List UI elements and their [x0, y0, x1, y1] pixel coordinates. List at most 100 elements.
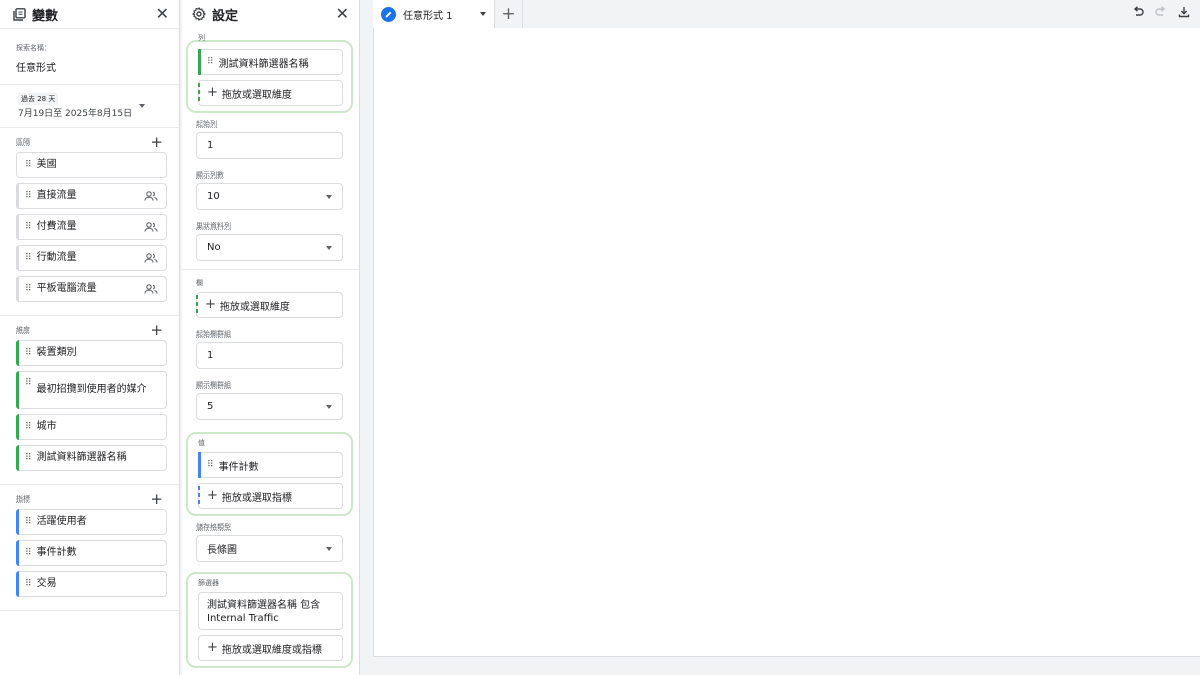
dimension-chip[interactable]: ⠿ 最初招攬到使用者的媒介 [16, 371, 167, 409]
chevron-down-icon [326, 245, 332, 250]
drag-handle-icon[interactable]: ⠿ [25, 284, 32, 294]
drag-handle-icon[interactable]: ⠿ [25, 422, 32, 432]
segment-label: 平板電腦流量 [36, 283, 97, 294]
drag-handle-icon[interactable]: ⠿ [25, 548, 32, 558]
chevron-down-icon [326, 194, 332, 199]
settings-panel: 設定 ✕ 列 ⠿ 測試資料篩選器名稱 + 拖放或選取維度 起始列 1 顯示列數 … [182, 0, 360, 675]
tab-freeform-1[interactable]: 任意形式 1 [373, 0, 495, 28]
segment-label: 行動流量 [36, 252, 77, 263]
redo-icon[interactable] [1154, 5, 1167, 18]
nested-rows-label: 巢狀資料列 [196, 222, 231, 230]
filters-drop-zone: 篩選器 測試資料篩選器名稱 包含 Internal Traffic + 拖放或選… [186, 572, 353, 668]
cell-type-select[interactable]: 長條圖 [196, 535, 343, 562]
start-col-input[interactable]: 1 [196, 342, 343, 369]
start-row-input[interactable]: 1 [196, 132, 343, 159]
nested-rows-select[interactable]: No [196, 234, 343, 261]
show-rows-field: 顯示列數 10 [196, 170, 343, 210]
close-settings-icon[interactable]: ✕ [336, 6, 349, 22]
plus-icon: + [205, 297, 216, 312]
show-col-label: 顯示欄群組 [196, 381, 231, 389]
values-drop-zone: 值 ⠿ 事件計數 + 拖放或選取指標 [186, 432, 353, 516]
variables-icon [12, 7, 26, 21]
settings-title: 設定 [212, 8, 239, 24]
date-range-value: 7月19日至 2025年8月15日 [18, 109, 133, 119]
start-col-label: 起始欄群組 [196, 330, 231, 338]
undo-icon[interactable] [1131, 5, 1144, 18]
values-drop-target[interactable]: + 拖放或選取指標 [198, 483, 343, 509]
metric-label: 事件計數 [36, 547, 77, 558]
gear-icon [192, 7, 206, 21]
date-preset-chip: 過去 28 天 [18, 93, 59, 105]
segment-chip[interactable]: ⠿ 付費流量 [16, 214, 167, 240]
filters-drop-target[interactable]: + 拖放或選取維度或指標 [198, 635, 343, 661]
cell-type-field: 儲存格類型 長條圖 [196, 522, 343, 562]
value-metric-chip[interactable]: ⠿ 事件計數 [198, 452, 343, 478]
rows-label: 列 [198, 34, 205, 42]
drag-handle-icon[interactable]: ⠿ [25, 348, 32, 358]
explore-name-input[interactable]: 任意形式 [16, 59, 167, 74]
add-segment-icon[interactable]: + [150, 135, 163, 150]
columns-drop-target[interactable]: + 拖放或選取維度 [196, 292, 343, 318]
close-variables-icon[interactable]: ✕ [156, 6, 169, 22]
drag-handle-icon[interactable]: ⠿ [25, 253, 32, 263]
columns-drop-label: 拖放或選取維度 [219, 301, 290, 313]
dimension-chip[interactable]: ⠿ 測試資料篩選器名稱 [16, 445, 167, 471]
dimensions-section: 維度 + ⠿ 裝置類別 ⠿ 最初招攬到使用者的媒介 ⠿ 城市 ⠿ 測試資料篩選器… [0, 315, 179, 484]
filters-drop-label: 拖放或選取維度或指標 [221, 644, 322, 656]
start-col-field: 起始欄群組 1 [196, 329, 343, 369]
filter-condition-text: 測試資料篩選器名稱 包含 Internal Traffic [207, 600, 321, 624]
values-label: 值 [198, 439, 205, 447]
dimension-label: 最初招攬到使用者的媒介 [36, 384, 147, 395]
explore-name-label: 探索名稱： [16, 44, 51, 52]
segment-chip[interactable]: ⠿ 平板電腦流量 [16, 276, 167, 302]
drag-handle-icon[interactable]: ⠿ [25, 222, 32, 232]
tab-label: 任意形式 1 [403, 10, 453, 22]
add-dimension-icon[interactable]: + [150, 323, 163, 338]
segment-chip[interactable]: ⠿ 直接流量 [16, 183, 167, 209]
drag-handle-icon[interactable]: ⠿ [207, 460, 214, 470]
drag-handle-icon[interactable]: ⠿ [25, 378, 32, 388]
rows-drop-target[interactable]: + 拖放或選取維度 [198, 80, 343, 106]
variables-title: 變數 [32, 8, 59, 24]
segment-chip[interactable]: ⠿ 美國 [16, 152, 167, 178]
dimension-label: 測試資料篩選器名稱 [36, 452, 127, 463]
drag-handle-icon[interactable]: ⠿ [25, 453, 32, 463]
row-dimension-label: 測試資料篩選器名稱 [218, 58, 309, 70]
dimension-label: 裝置類別 [36, 347, 77, 358]
dimension-chip[interactable]: ⠿ 城市 [16, 414, 167, 440]
download-icon[interactable] [1177, 5, 1190, 18]
value-metric-label: 事件計數 [218, 461, 259, 473]
metrics-label: 指標 [16, 495, 30, 503]
show-col-select[interactable]: 5 [196, 393, 343, 420]
drag-handle-icon[interactable]: ⠿ [25, 160, 32, 170]
start-row-field: 起始列 1 [196, 119, 343, 159]
metric-chip[interactable]: ⠿ 交易 [16, 571, 167, 597]
drag-handle-icon[interactable]: ⠿ [207, 57, 214, 67]
rows-drop-label: 拖放或選取維度 [221, 89, 292, 101]
filter-chip[interactable]: 測試資料篩選器名稱 包含 Internal Traffic [198, 592, 343, 630]
plus-icon: + [207, 85, 218, 100]
drag-handle-icon[interactable]: ⠿ [25, 579, 32, 589]
metric-chip[interactable]: ⠿ 事件計數 [16, 540, 167, 566]
cell-type-label: 儲存格類型 [196, 523, 231, 531]
show-rows-select[interactable]: 10 [196, 183, 343, 210]
dimension-chip[interactable]: ⠿ 裝置類別 [16, 340, 167, 366]
tab-menu-icon[interactable] [480, 12, 486, 16]
columns-label: 欄 [196, 279, 203, 287]
date-range-picker[interactable]: 過去 28 天 7月19日至 2025年8月15日 [16, 93, 167, 119]
show-rows-label: 顯示列數 [196, 171, 224, 179]
plus-icon: + [207, 488, 218, 503]
segment-chip[interactable]: ⠿ 行動流量 [16, 245, 167, 271]
drag-handle-icon[interactable]: ⠿ [25, 191, 32, 201]
filters-label: 篩選器 [198, 579, 219, 587]
settings-header: 設定 ✕ [182, 0, 359, 28]
drag-handle-icon[interactable]: ⠿ [25, 517, 32, 527]
canvas-toolbar [1131, 5, 1190, 18]
nested-rows-field: 巢狀資料列 No [196, 221, 343, 261]
date-dropdown-icon[interactable] [139, 104, 145, 108]
row-dimension-chip[interactable]: ⠿ 測試資料篩選器名稱 [198, 49, 343, 75]
metric-chip[interactable]: ⠿ 活躍使用者 [16, 509, 167, 535]
add-tab-button[interactable]: + [495, 0, 523, 28]
users-icon [144, 253, 158, 263]
add-metric-icon[interactable]: + [150, 492, 163, 507]
